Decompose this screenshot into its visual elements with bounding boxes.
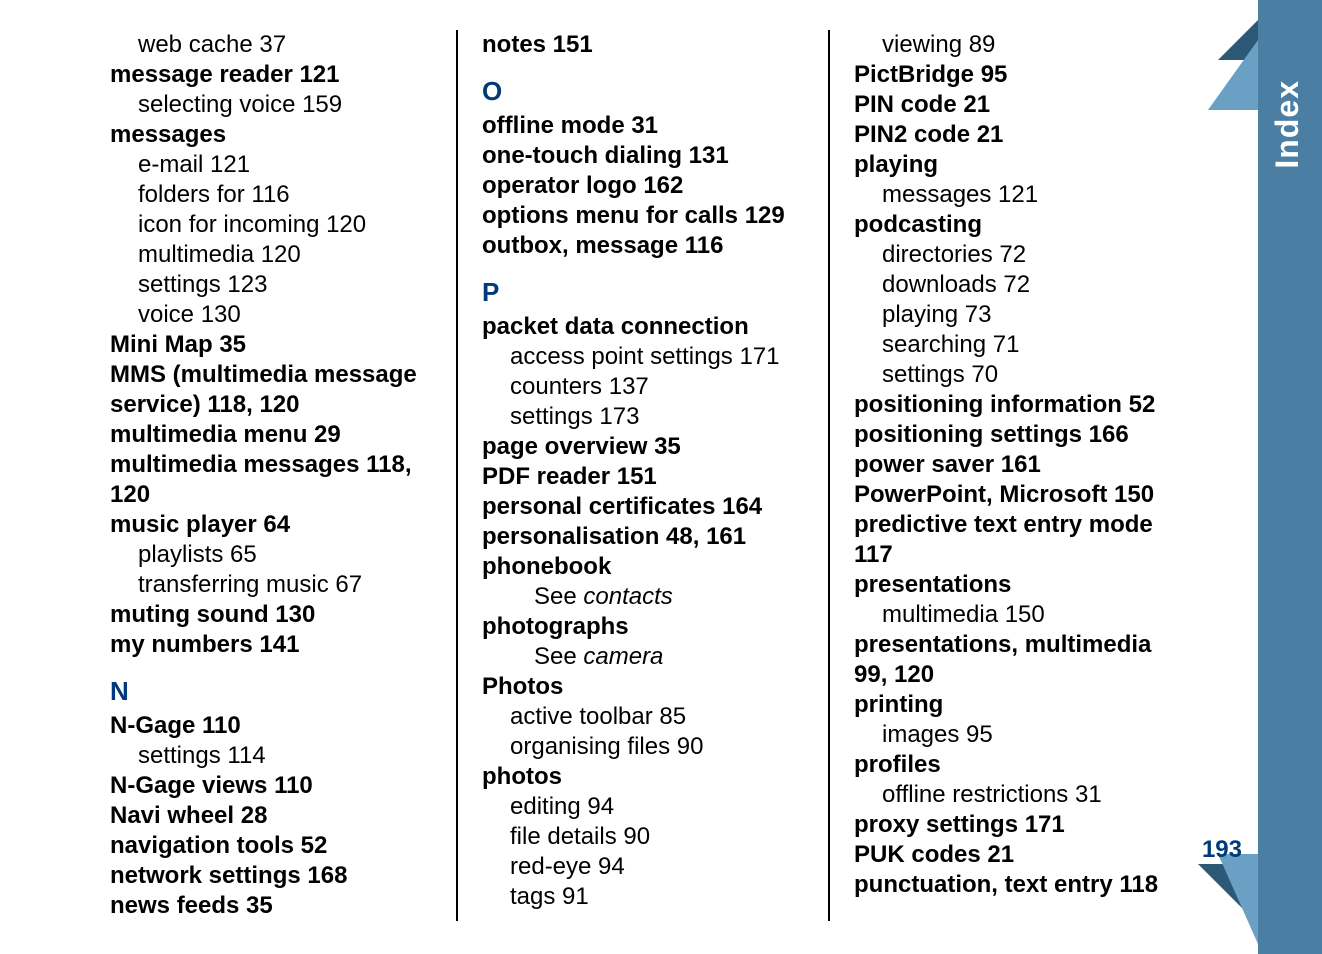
index-entry: operator logo 162	[482, 171, 804, 201]
index-entry: access point settings 171	[482, 342, 804, 372]
index-entry: multimedia 120	[110, 240, 432, 270]
index-entry: N-Gage 110	[110, 711, 432, 741]
index-entry: music player 64	[110, 510, 432, 540]
index-entry: folders for 116	[110, 180, 432, 210]
index-entry: network settings 168	[110, 861, 432, 891]
index-entry: offline restrictions 31	[854, 780, 1176, 810]
index-entry: Mini Map 35	[110, 330, 432, 360]
index-entry: active toolbar 85	[482, 702, 804, 732]
index-entry: images 95	[854, 720, 1176, 750]
index-entry: voice 130	[110, 300, 432, 330]
index-entry: messages 121	[854, 180, 1176, 210]
index-entry: message reader 121	[110, 60, 432, 90]
index-entry: settings 173	[482, 402, 804, 432]
index-entry: my numbers 141	[110, 630, 432, 660]
index-entry: PowerPoint, Microsoft 150	[854, 480, 1176, 510]
index-entry: tags 91	[482, 882, 804, 912]
index-entry: searching 71	[854, 330, 1176, 360]
index-entry: page overview 35	[482, 432, 804, 462]
index-entry: messages	[110, 120, 432, 150]
index-entry: notes 151	[482, 30, 804, 60]
index-entry: downloads 72	[854, 270, 1176, 300]
index-entry: directories 72	[854, 240, 1176, 270]
index-entry: printing	[854, 690, 1176, 720]
index-entry: See camera	[482, 642, 804, 672]
side-tab-label: Index	[1269, 80, 1306, 169]
index-entry: counters 137	[482, 372, 804, 402]
index-entry: power saver 161	[854, 450, 1176, 480]
index-entry: packet data connection	[482, 312, 804, 342]
section-letter: P	[482, 277, 804, 308]
index-entry: presentations	[854, 570, 1176, 600]
index-entry: PIN code 21	[854, 90, 1176, 120]
index-column-3: viewing 89PictBridge 95PIN code 21PIN2 c…	[830, 30, 1200, 921]
index-entry: navigation tools 52	[110, 831, 432, 861]
side-tab: Index	[1258, 0, 1322, 954]
index-entry: PDF reader 151	[482, 462, 804, 492]
index-entry: options menu for calls 129	[482, 201, 804, 231]
index-entry: podcasting	[854, 210, 1176, 240]
decoration-triangle	[1208, 40, 1258, 110]
index-entry: editing 94	[482, 792, 804, 822]
index-entry: positioning settings 166	[854, 420, 1176, 450]
index-entry: PUK codes 21	[854, 840, 1176, 870]
index-entry: multimedia 150	[854, 600, 1176, 630]
index-entry: viewing 89	[854, 30, 1176, 60]
index-entry: outbox, message 116	[482, 231, 804, 261]
index-entry: red-eye 94	[482, 852, 804, 882]
index-entry: settings 114	[110, 741, 432, 771]
index-entry: punctuation, text entry 118	[854, 870, 1176, 900]
index-page: web cache 37message reader 121selecting …	[0, 0, 1200, 921]
index-entry: PictBridge 95	[854, 60, 1176, 90]
section-letter: N	[110, 676, 432, 707]
index-entry: selecting voice 159	[110, 90, 432, 120]
index-entry: PIN2 code 21	[854, 120, 1176, 150]
index-entry: organising files 90	[482, 732, 804, 762]
index-entry: e-mail 121	[110, 150, 432, 180]
index-entry: Photos	[482, 672, 804, 702]
index-entry: muting sound 130	[110, 600, 432, 630]
index-entry: transferring music 67	[110, 570, 432, 600]
index-entry: profiles	[854, 750, 1176, 780]
index-entry: settings 70	[854, 360, 1176, 390]
index-entry: N-Gage views 110	[110, 771, 432, 801]
index-entry: MMS (multimedia message service) 118, 12…	[110, 360, 432, 420]
index-column-2: notes 151 Ooffline mode 31one-touch diali…	[458, 30, 830, 921]
index-entry: one-touch dialing 131	[482, 141, 804, 171]
page-number: 193	[1202, 836, 1242, 864]
index-entry: offline mode 31	[482, 111, 804, 141]
index-entry: photographs	[482, 612, 804, 642]
index-entry: personalisation 48, 161	[482, 522, 804, 552]
index-entry: playing	[854, 150, 1176, 180]
index-entry: proxy settings 171	[854, 810, 1176, 840]
index-entry: playing 73	[854, 300, 1176, 330]
index-column-1: web cache 37message reader 121selecting …	[110, 30, 458, 921]
decoration-triangle	[1218, 854, 1258, 944]
index-entry: photos	[482, 762, 804, 792]
index-entry: positioning information 52	[854, 390, 1176, 420]
index-entry: icon for incoming 120	[110, 210, 432, 240]
index-entry: playlists 65	[110, 540, 432, 570]
index-entry: news feeds 35	[110, 891, 432, 921]
index-entry: file details 90	[482, 822, 804, 852]
index-entry: multimedia messages 118, 120	[110, 450, 432, 510]
index-entry: personal certificates 164	[482, 492, 804, 522]
index-entry: predictive text entry mode 117	[854, 510, 1176, 570]
index-entry: phonebook	[482, 552, 804, 582]
index-entry: multimedia menu 29	[110, 420, 432, 450]
index-entry: web cache 37	[110, 30, 432, 60]
index-entry: settings 123	[110, 270, 432, 300]
index-entry: presentations, multimedia 99, 120	[854, 630, 1176, 690]
section-letter: O	[482, 76, 804, 107]
index-entry: See contacts	[482, 582, 804, 612]
index-entry: Navi wheel 28	[110, 801, 432, 831]
